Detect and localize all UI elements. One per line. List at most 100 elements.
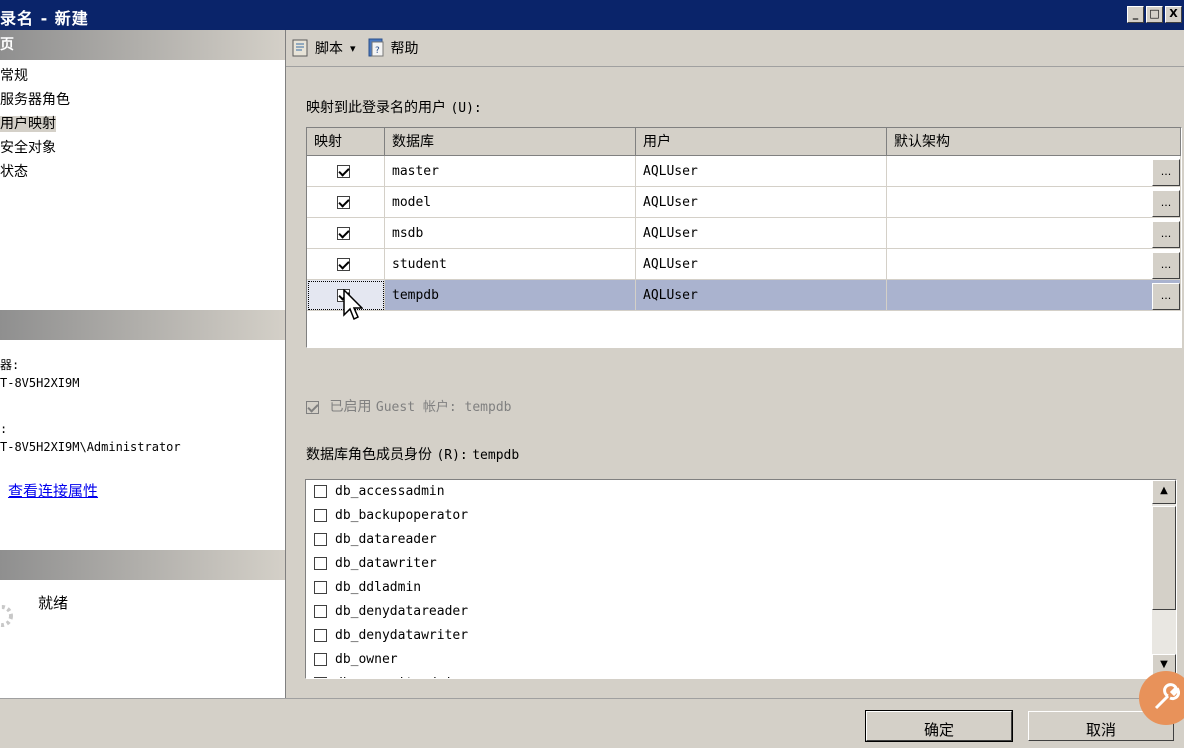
script-icon	[292, 39, 308, 57]
map-checkbox[interactable]	[337, 195, 350, 209]
list-item[interactable]: db_ddladmin	[306, 576, 1176, 600]
script-dropdown-icon[interactable]: ▾	[350, 42, 356, 55]
user-cell[interactable]: AQLUser	[636, 218, 887, 249]
list-item[interactable]: db_owner	[306, 648, 1176, 672]
help-label: 帮助	[390, 41, 419, 57]
map-checkbox[interactable]	[337, 288, 350, 302]
nav-item-general[interactable]: 常规	[0, 64, 70, 88]
window-title: 录名 - 新建	[0, 9, 89, 28]
server-label: 器:	[0, 358, 20, 372]
role-label: db_accessadmin	[335, 484, 445, 499]
roles-label-accel: (R):	[436, 448, 468, 463]
list-item[interactable]: db_datawriter	[306, 552, 1176, 576]
scroll-up-button[interactable]: ▲	[1152, 480, 1176, 504]
scroll-thumb[interactable]	[1152, 506, 1176, 610]
table-row-selected[interactable]: tempdb AQLUser ...	[307, 280, 1181, 311]
roles-section-label: 数据库角色成员身份 (R): tempdb	[306, 444, 519, 464]
browse-schema-button[interactable]: ...	[1152, 159, 1180, 186]
role-checkbox[interactable]	[314, 581, 327, 594]
schema-cell[interactable]: ...	[887, 156, 1181, 187]
guest-label-cn: 已启用	[329, 399, 372, 415]
column-header-user[interactable]: 用户	[636, 128, 887, 156]
bottom-separator	[0, 698, 1184, 699]
role-list-scrollbar[interactable]: ▲ ▼	[1152, 480, 1176, 678]
ok-button[interactable]: 确定	[865, 710, 1013, 742]
user-cell[interactable]: AQLUser	[636, 156, 887, 187]
nav-item-securables[interactable]: 安全对象	[0, 136, 70, 160]
role-items: db_accessadmin db_backupoperator db_data…	[306, 480, 1176, 678]
list-item[interactable]: db_accessadmin	[306, 480, 1176, 504]
user-cell[interactable]: AQLUser	[636, 280, 887, 311]
guest-label-rest: Guest 帐户: tempdb	[375, 400, 512, 415]
nav-item-label: 安全对象	[0, 140, 56, 156]
minimize-button[interactable]: _	[1127, 6, 1144, 23]
map-checkbox[interactable]	[337, 164, 350, 178]
map-checkbox[interactable]	[337, 257, 350, 271]
role-checkbox[interactable]	[314, 557, 327, 570]
help-icon: ?	[368, 38, 384, 57]
nav-item-server-roles[interactable]: 服务器角色	[0, 88, 70, 112]
schema-cell[interactable]: ...	[887, 218, 1181, 249]
browse-schema-button[interactable]: ...	[1152, 221, 1180, 248]
svg-text:?: ?	[375, 46, 380, 56]
nav-item-label: 常规	[0, 68, 28, 84]
page-nav-list: 常规 服务器角色 用户映射 安全对象 状态	[0, 64, 70, 184]
progress-spinner-icon	[0, 605, 13, 627]
window-controls: _ □ X	[1127, 6, 1182, 23]
roles-label-text: 数据库角色成员身份	[306, 447, 432, 463]
list-item[interactable]: db_denydatareader	[306, 600, 1176, 624]
maximize-button[interactable]: □	[1146, 6, 1163, 23]
progress-status: 就绪	[38, 594, 69, 612]
column-header-map[interactable]: 映射	[307, 128, 385, 156]
schema-cell[interactable]: ...	[887, 280, 1181, 311]
nav-item-user-mapping[interactable]: 用户映射	[0, 112, 70, 136]
guest-account-row: 已启用 Guest 帐户: tempdb	[306, 396, 511, 416]
user-cell[interactable]: AQLUser	[636, 187, 887, 218]
role-label: db_denydatareader	[335, 604, 469, 619]
roles-label-db: tempdb	[472, 448, 520, 463]
help-button[interactable]: ? 帮助	[366, 37, 419, 59]
table-row[interactable]: model AQLUser ...	[307, 187, 1181, 218]
role-checkbox[interactable]	[314, 629, 327, 642]
toolbar-separator	[286, 66, 1184, 67]
list-item[interactable]: db_datareader	[306, 528, 1176, 552]
browse-schema-button[interactable]: ...	[1152, 283, 1180, 310]
script-button[interactable]: 脚本 ▾	[290, 37, 356, 59]
list-item[interactable]: db_denydatawriter	[306, 624, 1176, 648]
nav-item-status[interactable]: 状态	[0, 160, 70, 184]
users-label-accel: (U):	[450, 101, 482, 116]
user-mapping-grid[interactable]: 映射 数据库 用户 默认架构 master AQLUser ... model …	[306, 127, 1182, 348]
role-checkbox[interactable]	[314, 605, 327, 618]
toolbar: 脚本 ▾ ? 帮助	[286, 30, 1184, 66]
schema-cell[interactable]: ...	[887, 249, 1181, 280]
role-checkbox[interactable]	[314, 653, 327, 666]
select-page-header: 页	[0, 30, 285, 60]
database-role-list[interactable]: db_accessadmin db_backupoperator db_data…	[305, 479, 1177, 679]
list-item[interactable]: db_securityadmin	[306, 672, 1176, 678]
browse-schema-button[interactable]: ...	[1152, 252, 1180, 279]
database-cell: model	[385, 187, 636, 218]
server-value: T-8V5H2XI9M	[0, 376, 80, 390]
users-label-text: 映射到此登录名的用户	[306, 100, 446, 116]
table-row[interactable]: msdb AQLUser ...	[307, 218, 1181, 249]
user-cell[interactable]: AQLUser	[636, 249, 887, 280]
view-connection-properties-link[interactable]: 查看连接属性	[8, 482, 98, 500]
role-checkbox[interactable]	[314, 485, 327, 498]
list-item[interactable]: db_backupoperator	[306, 504, 1176, 528]
helper-tool-icon[interactable]	[1138, 670, 1184, 726]
role-checkbox[interactable]	[314, 533, 327, 546]
role-label: db_datareader	[335, 532, 437, 547]
table-row[interactable]: student AQLUser ...	[307, 249, 1181, 280]
role-checkbox[interactable]	[314, 509, 327, 522]
progress-header	[0, 550, 285, 580]
nav-item-label: 服务器角色	[0, 92, 70, 108]
browse-schema-button[interactable]: ...	[1152, 190, 1180, 217]
column-header-default-schema[interactable]: 默认架构	[887, 128, 1181, 156]
role-checkbox[interactable]	[314, 677, 327, 678]
close-button[interactable]: X	[1165, 6, 1182, 23]
table-row[interactable]: master AQLUser ...	[307, 156, 1181, 187]
schema-cell[interactable]: ...	[887, 187, 1181, 218]
map-checkbox[interactable]	[337, 226, 350, 240]
role-label: db_owner	[335, 652, 398, 667]
column-header-database[interactable]: 数据库	[385, 128, 636, 156]
